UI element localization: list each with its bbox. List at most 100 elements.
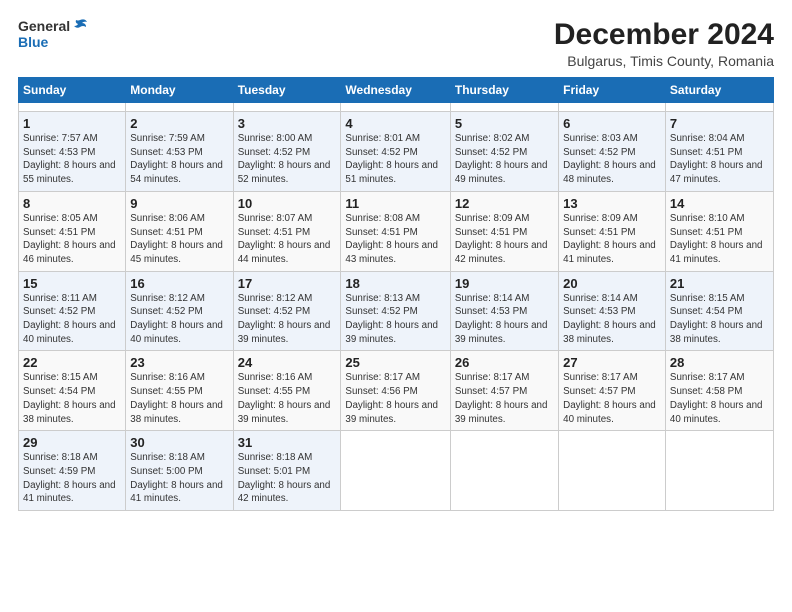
day-detail: Sunrise: 8:17 AMSunset: 4:57 PMDaylight:… (455, 372, 548, 424)
day-detail: Sunrise: 8:16 AMSunset: 4:55 PMDaylight:… (238, 372, 331, 424)
calendar-row: 1 Sunrise: 7:57 AMSunset: 4:53 PMDayligh… (19, 112, 774, 192)
day-detail: Sunrise: 8:00 AMSunset: 4:52 PMDaylight:… (238, 133, 331, 185)
logo: General Blue (18, 18, 88, 50)
table-row: 1 Sunrise: 7:57 AMSunset: 4:53 PMDayligh… (19, 112, 126, 192)
table-row: 5 Sunrise: 8:02 AMSunset: 4:52 PMDayligh… (450, 112, 558, 192)
day-detail: Sunrise: 8:05 AMSunset: 4:51 PMDaylight:… (23, 213, 116, 265)
table-row (665, 103, 773, 112)
table-row (126, 103, 233, 112)
table-row: 6 Sunrise: 8:03 AMSunset: 4:52 PMDayligh… (559, 112, 666, 192)
table-row: 22 Sunrise: 8:15 AMSunset: 4:54 PMDaylig… (19, 351, 126, 431)
day-detail: Sunrise: 8:04 AMSunset: 4:51 PMDaylight:… (670, 133, 763, 185)
col-sunday: Sunday (19, 78, 126, 103)
table-row (665, 431, 773, 511)
day-detail: Sunrise: 8:01 AMSunset: 4:52 PMDaylight:… (345, 133, 438, 185)
day-number: 27 (563, 355, 661, 370)
day-number: 10 (238, 196, 337, 211)
table-row: 15 Sunrise: 8:11 AMSunset: 4:52 PMDaylig… (19, 271, 126, 351)
day-detail: Sunrise: 8:11 AMSunset: 4:52 PMDaylight:… (23, 293, 116, 345)
day-number: 25 (345, 355, 445, 370)
table-row: 9 Sunrise: 8:06 AMSunset: 4:51 PMDayligh… (126, 191, 233, 271)
header: General Blue December 2024 Bulgarus, Tim… (18, 18, 774, 69)
col-tuesday: Tuesday (233, 78, 341, 103)
day-number: 22 (23, 355, 121, 370)
table-row (341, 103, 450, 112)
day-detail: Sunrise: 8:09 AMSunset: 4:51 PMDaylight:… (455, 213, 548, 265)
table-row (233, 103, 341, 112)
day-detail: Sunrise: 8:17 AMSunset: 4:56 PMDaylight:… (345, 372, 438, 424)
table-row: 4 Sunrise: 8:01 AMSunset: 4:52 PMDayligh… (341, 112, 450, 192)
logo-blue-text: Blue (18, 34, 48, 50)
table-row: 26 Sunrise: 8:17 AMSunset: 4:57 PMDaylig… (450, 351, 558, 431)
day-number: 26 (455, 355, 554, 370)
calendar-row: 8 Sunrise: 8:05 AMSunset: 4:51 PMDayligh… (19, 191, 774, 271)
day-detail: Sunrise: 8:12 AMSunset: 4:52 PMDaylight:… (238, 293, 331, 345)
table-row: 27 Sunrise: 8:17 AMSunset: 4:57 PMDaylig… (559, 351, 666, 431)
day-detail: Sunrise: 8:03 AMSunset: 4:52 PMDaylight:… (563, 133, 656, 185)
table-row: 24 Sunrise: 8:16 AMSunset: 4:55 PMDaylig… (233, 351, 341, 431)
day-detail: Sunrise: 8:10 AMSunset: 4:51 PMDaylight:… (670, 213, 763, 265)
col-thursday: Thursday (450, 78, 558, 103)
calendar-row (19, 103, 774, 112)
day-number: 18 (345, 276, 445, 291)
title-block: December 2024 Bulgarus, Timis County, Ro… (554, 18, 774, 69)
page: General Blue December 2024 Bulgarus, Tim… (0, 0, 792, 612)
table-row: 7 Sunrise: 8:04 AMSunset: 4:51 PMDayligh… (665, 112, 773, 192)
table-row: 29 Sunrise: 8:18 AMSunset: 4:59 PMDaylig… (19, 431, 126, 511)
day-number: 14 (670, 196, 769, 211)
day-detail: Sunrise: 8:17 AMSunset: 4:58 PMDaylight:… (670, 372, 763, 424)
col-friday: Friday (559, 78, 666, 103)
table-row: 28 Sunrise: 8:17 AMSunset: 4:58 PMDaylig… (665, 351, 773, 431)
subtitle: Bulgarus, Timis County, Romania (554, 53, 774, 69)
day-detail: Sunrise: 8:18 AMSunset: 5:00 PMDaylight:… (130, 452, 223, 504)
day-number: 31 (238, 435, 337, 450)
table-row: 25 Sunrise: 8:17 AMSunset: 4:56 PMDaylig… (341, 351, 450, 431)
day-number: 29 (23, 435, 121, 450)
day-number: 2 (130, 116, 228, 131)
day-detail: Sunrise: 8:18 AMSunset: 4:59 PMDaylight:… (23, 452, 116, 504)
day-detail: Sunrise: 8:16 AMSunset: 4:55 PMDaylight:… (130, 372, 223, 424)
table-row (450, 431, 558, 511)
day-number: 7 (670, 116, 769, 131)
day-detail: Sunrise: 8:06 AMSunset: 4:51 PMDaylight:… (130, 213, 223, 265)
table-row (559, 431, 666, 511)
day-number: 4 (345, 116, 445, 131)
col-wednesday: Wednesday (341, 78, 450, 103)
day-number: 1 (23, 116, 121, 131)
table-row: 2 Sunrise: 7:59 AMSunset: 4:53 PMDayligh… (126, 112, 233, 192)
table-row (341, 431, 450, 511)
day-detail: Sunrise: 7:57 AMSunset: 4:53 PMDaylight:… (23, 133, 116, 185)
day-number: 9 (130, 196, 228, 211)
table-row: 19 Sunrise: 8:14 AMSunset: 4:53 PMDaylig… (450, 271, 558, 351)
table-row: 12 Sunrise: 8:09 AMSunset: 4:51 PMDaylig… (450, 191, 558, 271)
day-number: 8 (23, 196, 121, 211)
day-number: 24 (238, 355, 337, 370)
day-detail: Sunrise: 7:59 AMSunset: 4:53 PMDaylight:… (130, 133, 223, 185)
table-row (19, 103, 126, 112)
table-row: 20 Sunrise: 8:14 AMSunset: 4:53 PMDaylig… (559, 271, 666, 351)
day-detail: Sunrise: 8:17 AMSunset: 4:57 PMDaylight:… (563, 372, 656, 424)
table-row: 8 Sunrise: 8:05 AMSunset: 4:51 PMDayligh… (19, 191, 126, 271)
calendar-row: 29 Sunrise: 8:18 AMSunset: 4:59 PMDaylig… (19, 431, 774, 511)
day-number: 21 (670, 276, 769, 291)
day-number: 28 (670, 355, 769, 370)
day-number: 3 (238, 116, 337, 131)
table-row (559, 103, 666, 112)
table-row: 21 Sunrise: 8:15 AMSunset: 4:54 PMDaylig… (665, 271, 773, 351)
table-row: 16 Sunrise: 8:12 AMSunset: 4:52 PMDaylig… (126, 271, 233, 351)
table-row: 11 Sunrise: 8:08 AMSunset: 4:51 PMDaylig… (341, 191, 450, 271)
calendar-row: 15 Sunrise: 8:11 AMSunset: 4:52 PMDaylig… (19, 271, 774, 351)
day-detail: Sunrise: 8:08 AMSunset: 4:51 PMDaylight:… (345, 213, 438, 265)
table-row: 23 Sunrise: 8:16 AMSunset: 4:55 PMDaylig… (126, 351, 233, 431)
day-detail: Sunrise: 8:13 AMSunset: 4:52 PMDaylight:… (345, 293, 438, 345)
day-number: 23 (130, 355, 228, 370)
day-number: 15 (23, 276, 121, 291)
day-detail: Sunrise: 8:02 AMSunset: 4:52 PMDaylight:… (455, 133, 548, 185)
day-number: 11 (345, 196, 445, 211)
table-row: 31 Sunrise: 8:18 AMSunset: 5:01 PMDaylig… (233, 431, 341, 511)
logo-general-text: General (18, 18, 70, 34)
day-number: 6 (563, 116, 661, 131)
col-saturday: Saturday (665, 78, 773, 103)
main-title: December 2024 (554, 18, 774, 51)
day-number: 5 (455, 116, 554, 131)
